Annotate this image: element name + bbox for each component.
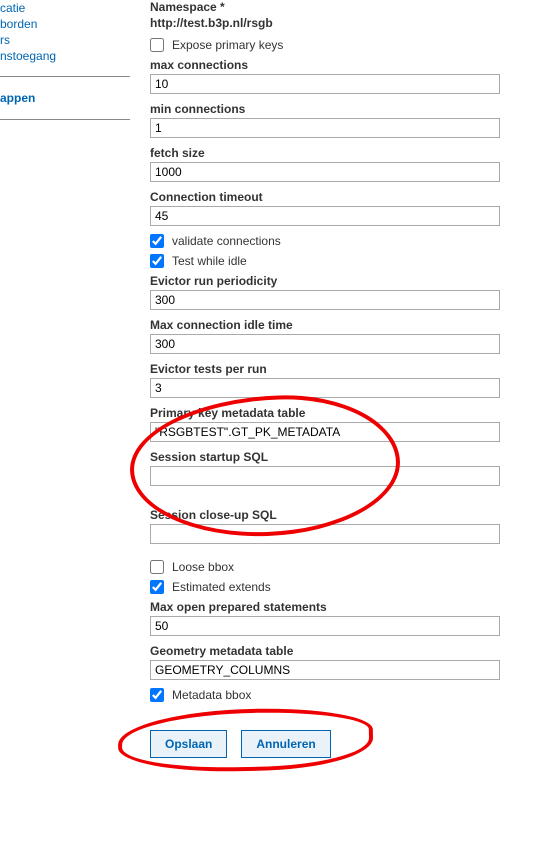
- max-connections-label: max connections: [150, 58, 538, 72]
- evictor-periodicity-input[interactable]: [150, 290, 500, 310]
- sidebar-heading: appen: [0, 89, 130, 107]
- conn-timeout-input[interactable]: [150, 206, 500, 226]
- evictor-tests-input[interactable]: [150, 378, 500, 398]
- test-while-idle-checkbox[interactable]: [150, 254, 164, 268]
- min-connections-input[interactable]: [150, 118, 500, 138]
- validate-connections-label: validate connections: [172, 234, 281, 248]
- session-startup-input[interactable]: [150, 466, 500, 486]
- session-closeup-input[interactable]: [150, 524, 500, 544]
- conn-timeout-label: Connection timeout: [150, 190, 538, 204]
- sidebar-divider-1: [0, 76, 130, 77]
- expose-pk-checkbox[interactable]: [150, 38, 164, 52]
- estimated-extends-checkbox[interactable]: [150, 580, 164, 594]
- max-idle-label: Max connection idle time: [150, 318, 538, 332]
- sidebar-item-3[interactable]: nstoegang: [0, 48, 130, 64]
- geom-metadata-input[interactable]: [150, 660, 500, 680]
- max-prepared-input[interactable]: [150, 616, 500, 636]
- session-closeup-label: Session close-up SQL: [150, 508, 538, 522]
- sidebar-item-2[interactable]: rs: [0, 32, 130, 48]
- geom-metadata-label: Geometry metadata table: [150, 644, 538, 658]
- estimated-extends-label: Estimated extends: [172, 580, 271, 594]
- min-connections-label: min connections: [150, 102, 538, 116]
- metadata-bbox-label: Metadata bbox: [172, 688, 251, 702]
- evictor-tests-label: Evictor tests per run: [150, 362, 538, 376]
- main-form: Namespace * http://test.b3p.nl/rsgb Expo…: [140, 0, 538, 758]
- max-connections-input[interactable]: [150, 74, 500, 94]
- max-idle-input[interactable]: [150, 334, 500, 354]
- namespace-label: Namespace *: [150, 0, 538, 14]
- session-startup-label: Session startup SQL: [150, 450, 538, 464]
- fetch-size-input[interactable]: [150, 162, 500, 182]
- save-button[interactable]: Opslaan: [150, 730, 227, 758]
- validate-connections-checkbox[interactable]: [150, 234, 164, 248]
- evictor-periodicity-label: Evictor run periodicity: [150, 274, 538, 288]
- loose-bbox-checkbox[interactable]: [150, 560, 164, 574]
- sidebar-divider-2: [0, 119, 130, 120]
- fetch-size-label: fetch size: [150, 146, 538, 160]
- expose-pk-label: Expose primary keys: [172, 38, 283, 52]
- loose-bbox-label: Loose bbox: [172, 560, 234, 574]
- namespace-value: http://test.b3p.nl/rsgb: [150, 16, 538, 30]
- max-prepared-label: Max open prepared statements: [150, 600, 538, 614]
- pk-metadata-label: Primary key metadata table: [150, 406, 538, 420]
- pk-metadata-input[interactable]: [150, 422, 500, 442]
- metadata-bbox-checkbox[interactable]: [150, 688, 164, 702]
- cancel-button[interactable]: Annuleren: [241, 730, 330, 758]
- sidebar-item-1[interactable]: borden: [0, 16, 130, 32]
- test-while-idle-label: Test while idle: [172, 254, 247, 268]
- sidebar: catie borden rs nstoegang appen: [0, 0, 140, 758]
- sidebar-item-0[interactable]: catie: [0, 0, 130, 16]
